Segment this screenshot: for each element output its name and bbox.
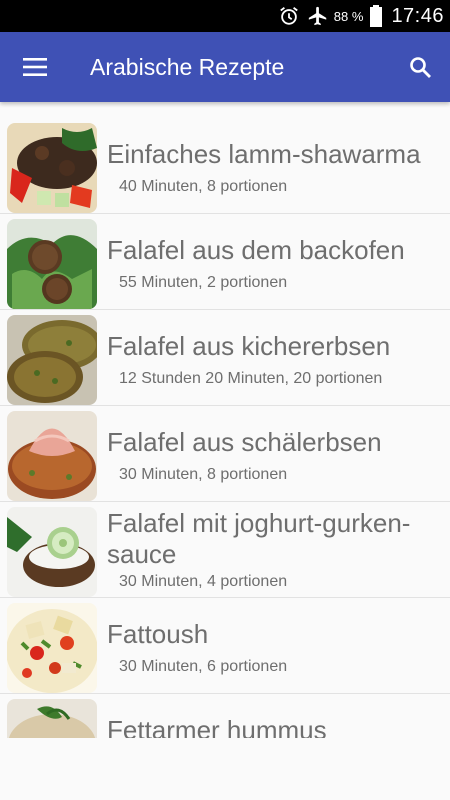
recipe-item[interactable]: Falafel aus schälerbsen 30 Minuten, 8 po… [0,406,450,502]
recipe-meta: 12 Stunden 20 Minuten, 20 portionen [119,370,383,387]
recipe-meta: 40 Minuten, 8 portionen [119,178,288,195]
status-bar: 88 % 17:46 [0,0,450,32]
menu-button[interactable] [0,32,70,102]
recipe-item[interactable]: Falafel aus kichererbsen 12 Stunden 20 M… [0,310,450,406]
recipe-meta: 55 Minuten, 2 portionen [119,274,288,291]
airplane-mode-icon [306,5,330,27]
search-button[interactable] [390,32,450,102]
recipe-title: Fettarmer hummus [107,715,327,738]
recipe-item[interactable]: Falafel mit joghurt-gurken-sauce 30 Minu… [0,502,450,598]
recipe-list[interactable]: Einfaches lamm-shawarma 40 Minuten, 8 po… [0,118,450,738]
recipe-title: Falafel aus kichererbsen [107,331,391,361]
recipe-thumbnail [7,507,97,597]
recipe-meta: 30 Minuten, 4 portionen [119,573,288,590]
app-title: Arabische Rezepte [90,53,285,80]
recipe-thumbnail [7,123,97,213]
recipe-item[interactable]: Fettarmer hummus [0,694,450,738]
clock: 17:46 [391,4,444,27]
recipe-thumbnail [7,699,97,738]
alarm-icon [278,5,300,27]
recipe-item[interactable]: Falafel aus dem backofen 55 Minuten, 2 p… [0,214,450,310]
battery-percentage: 88 % [333,8,364,24]
search-icon [410,57,431,78]
app-bar: Arabische Rezepte [0,32,450,102]
recipe-thumbnail [7,411,97,501]
recipe-thumbnail [7,219,97,309]
recipe-meta: 30 Minuten, 8 portionen [119,466,288,483]
recipe-item[interactable]: Fattoush 30 Minuten, 6 portionen [0,598,450,694]
recipe-meta: 30 Minuten, 6 portionen [119,658,288,675]
recipe-title: Falafel mit joghurt-gurken-sauce [107,508,411,569]
recipe-title: Einfaches lamm-shawarma [107,139,421,169]
recipe-title: Falafel aus dem backofen [107,235,405,265]
battery-icon [369,5,383,27]
recipe-thumbnail [7,603,97,693]
recipe-item[interactable]: Einfaches lamm-shawarma 40 Minuten, 8 po… [0,118,450,214]
recipe-title: Falafel aus schälerbsen [107,427,382,457]
recipe-thumbnail [7,315,97,405]
recipe-title: Fattoush [107,619,209,649]
hamburger-menu-icon [23,58,47,76]
